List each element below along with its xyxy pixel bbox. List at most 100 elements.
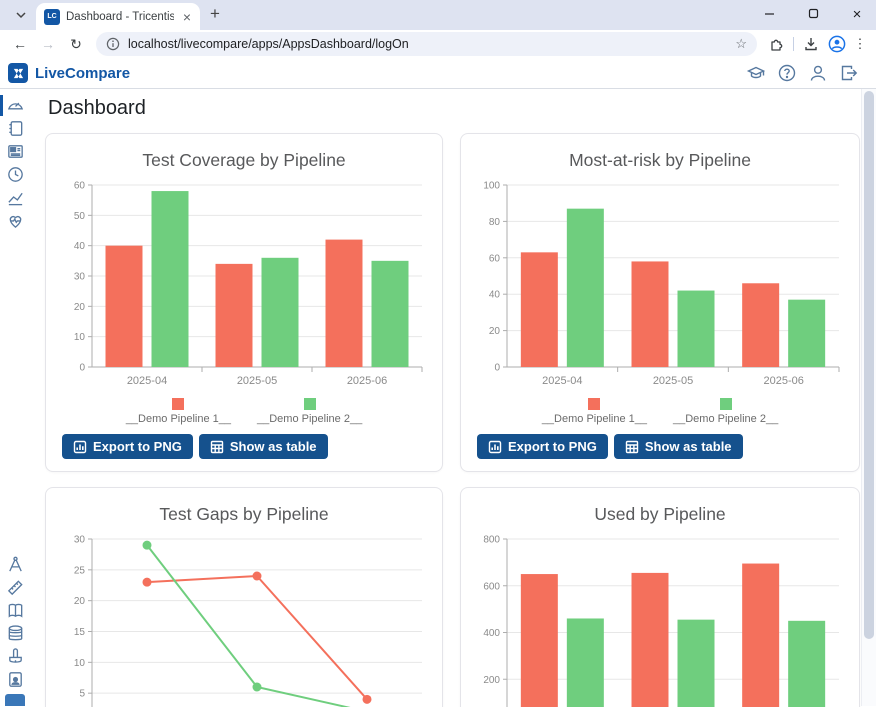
show-as-table-label: Show as table xyxy=(230,439,317,454)
window-close-icon[interactable]: × xyxy=(844,6,870,23)
app-sidebar xyxy=(0,89,30,706)
bar-chart-test-coverage[interactable]: 01020304050602025-042025-052025-06 xyxy=(62,179,426,396)
url-text[interactable]: localhost/livecompare/apps/AppsDashboard… xyxy=(128,37,727,51)
sidebar-item-id-card[interactable] xyxy=(0,668,30,691)
show-as-table-button[interactable]: Show as table xyxy=(199,434,328,459)
profile-icon[interactable] xyxy=(826,35,848,53)
sidebar-item-report[interactable] xyxy=(0,140,30,163)
chart-title: Test Gaps by Pipeline xyxy=(62,504,426,525)
browser-tab-strip: LC Dashboard - Tricentis LiveComp × + × xyxy=(0,0,876,30)
downloads-icon[interactable] xyxy=(800,36,822,52)
show-as-table-button[interactable]: Show as table xyxy=(614,434,743,459)
toolbar-divider xyxy=(793,37,794,51)
svg-text:10: 10 xyxy=(74,332,86,343)
svg-text:40: 40 xyxy=(489,290,501,301)
legend-item[interactable]: __Demo Pipeline 2__ xyxy=(673,398,778,425)
legend-label: __Demo Pipeline 2__ xyxy=(257,413,362,425)
back-icon[interactable]: ← xyxy=(8,36,32,52)
svg-text:40: 40 xyxy=(74,241,86,252)
chart-title: Used by Pipeline xyxy=(477,504,843,525)
sidebar-item-gauge[interactable] xyxy=(0,94,30,117)
browser-menu-icon[interactable]: ⋮ xyxy=(852,36,868,52)
sidebar-item-clock[interactable] xyxy=(0,163,30,186)
window-maximize-icon[interactable] xyxy=(800,7,826,22)
svg-text:20: 20 xyxy=(489,326,501,337)
brand-name[interactable]: LiveCompare xyxy=(35,65,130,82)
svg-text:400: 400 xyxy=(483,628,500,639)
svg-text:30: 30 xyxy=(74,535,86,546)
svg-text:2025-06: 2025-06 xyxy=(347,375,387,387)
graduation-cap-icon[interactable] xyxy=(745,62,767,84)
export-png-button[interactable]: Export to PNG xyxy=(477,434,608,459)
help-icon[interactable] xyxy=(776,62,798,84)
svg-text:600: 600 xyxy=(483,581,500,592)
svg-text:100: 100 xyxy=(483,181,500,192)
main-content: Dashboard Test Coverage by Pipeline 0 10 2… xyxy=(30,89,876,706)
window-minimize-icon[interactable] xyxy=(756,7,782,22)
browser-tab[interactable]: LC Dashboard - Tricentis LiveComp × xyxy=(36,3,200,30)
page-scrollbar[interactable] xyxy=(861,89,876,706)
sidebar-item-brush[interactable] xyxy=(0,645,30,668)
svg-text:2025-05: 2025-05 xyxy=(653,375,693,387)
legend-label: __Demo Pipeline 1__ xyxy=(126,413,231,425)
card-used: Used by Pipeline 02004006008002025-04202… xyxy=(460,487,860,707)
svg-text:0: 0 xyxy=(79,363,85,374)
svg-text:2025-04: 2025-04 xyxy=(542,375,582,387)
tab-search-icon[interactable] xyxy=(8,4,34,26)
new-tab-button[interactable]: + xyxy=(210,4,220,24)
line-chart-test-gaps[interactable]: 0510152025302025-042025-052025-06 xyxy=(62,533,426,707)
legend-label: __Demo Pipeline 2__ xyxy=(673,413,778,425)
svg-text:200: 200 xyxy=(483,675,500,686)
table-icon xyxy=(210,440,224,454)
scrollbar-thumb[interactable] xyxy=(864,91,874,639)
browser-toolbar: ← → ↻ localhost/livecompare/apps/AppsDas… xyxy=(0,30,876,58)
bar-chart-most-at-risk[interactable]: 0204060801002025-042025-052025-06 xyxy=(477,179,843,396)
legend-item[interactable]: __Demo Pipeline 1__ xyxy=(126,398,231,425)
legend-swatch-icon xyxy=(588,398,600,410)
sidebar-item-notebook[interactable] xyxy=(0,117,30,140)
card-test-gaps: Test Gaps by Pipeline 0510152025302025-0… xyxy=(45,487,443,707)
sidebar-item-heart-pulse[interactable] xyxy=(0,209,30,232)
svg-text:15: 15 xyxy=(74,627,86,638)
legend-swatch-icon xyxy=(304,398,316,410)
user-icon[interactable] xyxy=(807,62,829,84)
svg-text:60: 60 xyxy=(74,181,86,192)
sidebar-item-line-chart[interactable] xyxy=(0,186,30,209)
export-png-label: Export to PNG xyxy=(93,439,182,454)
svg-text:30: 30 xyxy=(74,272,86,283)
legend-swatch-icon xyxy=(172,398,184,410)
tab-close-icon[interactable]: × xyxy=(180,9,194,25)
forward-icon[interactable]: → xyxy=(36,36,60,52)
svg-text:2025-05: 2025-05 xyxy=(237,375,277,387)
sidebar-item-book[interactable] xyxy=(0,599,30,622)
bar-chart-used[interactable]: 02004006008002025-042025-052025-06 xyxy=(477,533,843,707)
svg-text:50: 50 xyxy=(74,211,86,222)
export-png-button[interactable]: Export to PNG xyxy=(62,434,193,459)
legend-item[interactable]: __Demo Pipeline 1__ xyxy=(542,398,647,425)
tab-title: Dashboard - Tricentis LiveComp xyxy=(66,11,174,23)
address-bar[interactable]: localhost/livecompare/apps/AppsDashboard… xyxy=(96,32,757,56)
chart-title: Most-at-risk by Pipeline xyxy=(477,150,843,171)
chart-title: Test Coverage by Pipeline xyxy=(62,150,426,171)
card-most-at-risk: Most-at-risk by Pipeline 020406080100202… xyxy=(460,133,860,472)
extensions-icon[interactable] xyxy=(765,36,787,52)
svg-text:2025-04: 2025-04 xyxy=(127,375,167,387)
show-as-table-label: Show as table xyxy=(645,439,732,454)
table-icon xyxy=(625,440,639,454)
logout-icon[interactable] xyxy=(838,62,860,84)
sidebar-item-ruler-pencil[interactable] xyxy=(0,576,30,599)
legend-item[interactable]: __Demo Pipeline 2__ xyxy=(257,398,362,425)
site-favicon: LC xyxy=(44,9,60,25)
sidebar-item-compass[interactable] xyxy=(0,553,30,576)
sidebar-item-database[interactable] xyxy=(0,622,30,645)
chart-legend: __Demo Pipeline 1__ __Demo Pipeline 2__ xyxy=(477,398,843,425)
reload-icon[interactable]: ↻ xyxy=(64,36,88,53)
sidebar-item-partial[interactable] xyxy=(5,694,25,706)
bookmark-star-icon[interactable]: ☆ xyxy=(735,36,747,52)
page-title: Dashboard xyxy=(48,97,860,120)
export-png-label: Export to PNG xyxy=(508,439,597,454)
livecompare-logo-icon xyxy=(8,63,28,83)
svg-text:60: 60 xyxy=(489,253,501,264)
svg-text:80: 80 xyxy=(489,217,501,228)
chart-legend: __Demo Pipeline 1__ __Demo Pipeline 2__ xyxy=(62,398,426,425)
